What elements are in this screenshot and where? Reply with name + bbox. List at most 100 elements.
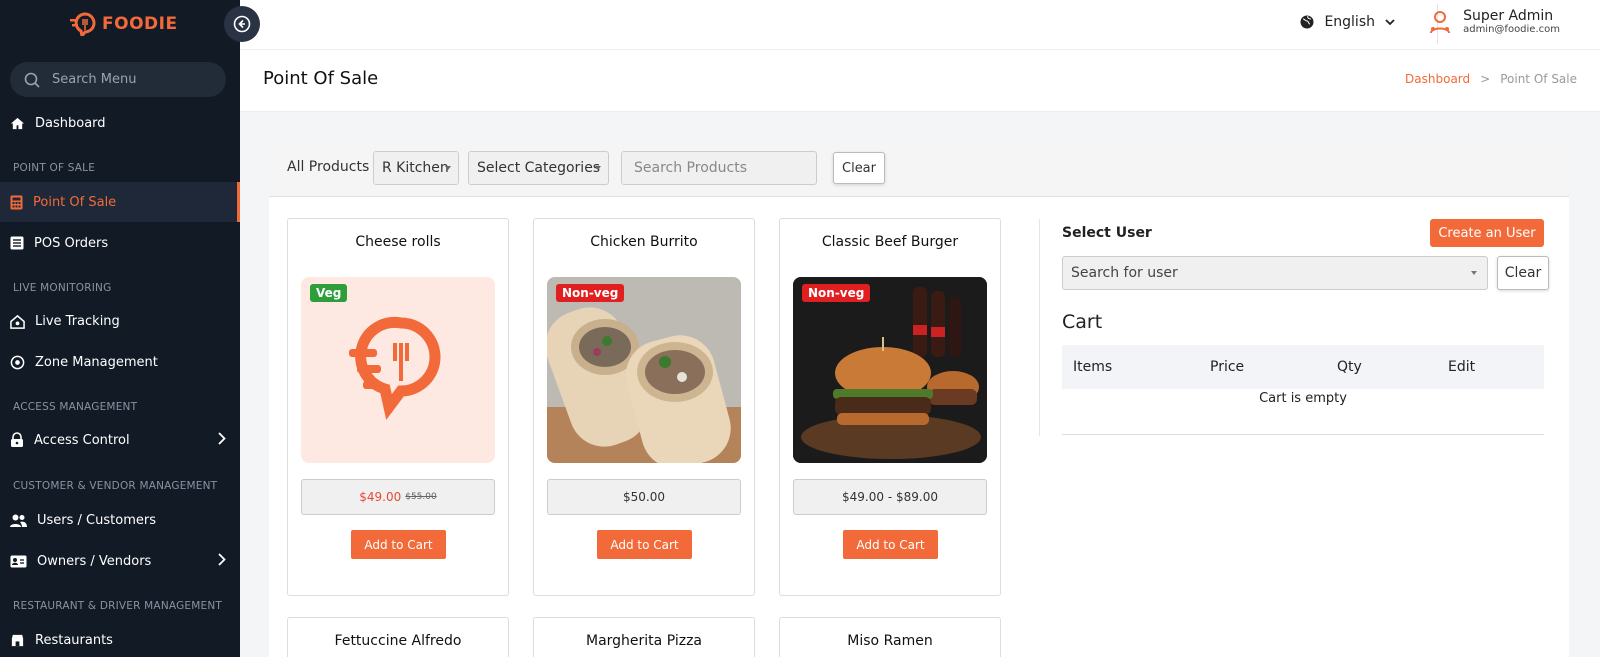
product-name: Margherita Pizza: [585, 633, 702, 649]
product-name: Classic Beef Burger: [821, 234, 959, 250]
arrow-left-circle-icon: [233, 15, 251, 33]
product-search-input[interactable]: [621, 151, 817, 185]
cart-divider: [1039, 219, 1040, 436]
non-veg-badge: Non-veg: [802, 284, 871, 302]
section-point-of-sale: POINT OF SALE: [13, 162, 96, 174]
users-icon: [10, 514, 27, 527]
product-card[interactable]: Margherita Pizza: [533, 617, 755, 657]
kitchen-select-value: R Kitchen: [382, 160, 449, 176]
sidebar: FOODIE Dashboard POINT OF SALE Point Of …: [0, 0, 240, 657]
section-customer-vendor: CUSTOMER & VENDOR MANAGEMENT: [13, 480, 218, 492]
product-card[interactable]: Cheese rolls Veg $49.00 $55.00 Add to Ca…: [287, 218, 509, 596]
column-header-price: Price: [1210, 359, 1245, 375]
language-selector[interactable]: English: [1300, 14, 1395, 30]
product-image-placeholder: Veg: [301, 277, 495, 463]
globe-icon: [1300, 15, 1314, 29]
sidebar-item-label: Zone Management: [35, 354, 158, 370]
sidebar-item-label: POS Orders: [34, 235, 109, 251]
create-user-button[interactable]: Create an User: [1430, 219, 1544, 247]
breadcrumb-dashboard-link[interactable]: Dashboard: [1405, 72, 1470, 86]
foodie-logo-icon: [70, 12, 96, 36]
clear-user-button[interactable]: Clear: [1497, 256, 1549, 290]
product-filter-bar: All Products R Kitchen Select Categories…: [269, 139, 1569, 197]
product-card[interactable]: Classic Beef Burger Non-veg $49.00 - $89…: [779, 218, 1001, 596]
id-card-icon: [10, 555, 27, 567]
product-image: Non-veg: [547, 277, 741, 463]
cart-title: Cart: [1062, 311, 1103, 333]
caret-down-icon: [445, 166, 451, 170]
column-header-edit: Edit: [1448, 359, 1476, 375]
sidebar-item-zone-management[interactable]: Zone Management: [0, 342, 240, 382]
chevron-down-icon: [1385, 18, 1395, 25]
all-products-label: All Products: [287, 159, 370, 175]
cart-empty-message: Cart is empty: [1259, 391, 1347, 406]
brand-logo[interactable]: FOODIE: [70, 12, 178, 36]
price-display: $49.00 - $89.00: [793, 479, 987, 515]
sidebar-item-owners-vendors[interactable]: Owners / Vendors: [0, 541, 240, 581]
breadcrumb: Dashboard > Point Of Sale: [1405, 72, 1577, 86]
add-to-cart-button[interactable]: Add to Cart: [597, 530, 692, 559]
store-icon: [11, 634, 24, 646]
product-card[interactable]: Fettuccine Alfredo: [287, 617, 509, 657]
section-live-monitoring: LIVE MONITORING: [13, 282, 112, 294]
sidebar-item-pos-orders[interactable]: POS Orders: [0, 223, 240, 263]
add-to-cart-button[interactable]: Add to Cart: [351, 530, 446, 559]
page-title: Point Of Sale: [263, 68, 379, 89]
sidebar-item-label: Restaurants: [35, 632, 113, 648]
sidebar-item-users-customers[interactable]: Users / Customers: [0, 500, 240, 540]
veg-badge: Veg: [310, 284, 348, 302]
sidebar-item-label: Live Tracking: [35, 313, 120, 329]
section-access-management: ACCESS MANAGEMENT: [13, 401, 138, 413]
caret-down-icon: [595, 166, 601, 170]
user-name: Super Admin: [1463, 8, 1554, 24]
non-veg-badge: Non-veg: [556, 284, 625, 302]
top-bar: English Super Admin admin@foodie.com: [240, 0, 1600, 50]
sidebar-item-label: Point Of Sale: [33, 194, 117, 210]
chevron-right-icon: [218, 553, 226, 566]
user-search-placeholder: Search for user: [1071, 265, 1178, 281]
avatar-icon: [1430, 10, 1451, 33]
user-search-select[interactable]: Search for user: [1062, 256, 1488, 290]
sidebar-search-input[interactable]: [52, 72, 202, 87]
sidebar-item-live-tracking[interactable]: Live Tracking: [0, 301, 240, 341]
clear-filters-button[interactable]: Clear: [833, 152, 885, 184]
section-restaurant-driver: RESTAURANT & DRIVER MANAGEMENT: [13, 600, 223, 612]
sidebar-search[interactable]: [10, 62, 226, 97]
sidebar-item-restaurants[interactable]: Restaurants: [0, 620, 240, 657]
breadcrumb-current: Point Of Sale: [1500, 72, 1577, 86]
sidebar-item-label: Owners / Vendors: [37, 553, 152, 569]
sidebar-item-point-of-sale[interactable]: Point Of Sale: [0, 182, 240, 222]
brand-name: FOODIE: [102, 14, 178, 34]
chevron-right-icon: [218, 432, 226, 445]
foodie-logo-icon: [349, 316, 441, 420]
user-menu[interactable]: Super Admin admin@foodie.com: [1427, 8, 1560, 35]
breadcrumb-separator: >: [1480, 72, 1491, 86]
column-header-items: Items: [1073, 359, 1113, 375]
product-name: Fettuccine Alfredo: [334, 633, 462, 649]
kitchen-select[interactable]: R Kitchen: [373, 151, 459, 185]
sidebar-item-dashboard[interactable]: Dashboard: [0, 103, 240, 143]
product-name: Chicken Burrito: [590, 234, 698, 250]
burrito-image: [547, 277, 741, 463]
category-select-value: Select Categories: [477, 160, 601, 176]
product-card[interactable]: Chicken Burrito Non-veg $50.00 Add to Ca…: [533, 218, 755, 596]
cart-table-header: Items Price Qty Edit: [1062, 345, 1544, 389]
price-range: $49.00 - $89.00: [842, 490, 938, 504]
cart-bottom-rule: [1062, 434, 1544, 435]
original-price: $55.00: [405, 492, 437, 502]
sidebar-item-label: Access Control: [34, 432, 130, 448]
calculator-icon: [10, 195, 23, 209]
category-select[interactable]: Select Categories: [468, 151, 609, 185]
language-label: English: [1324, 14, 1375, 30]
column-header-qty: Qty: [1337, 359, 1362, 375]
lock-icon: [11, 432, 23, 447]
sidebar-item-label: Dashboard: [35, 115, 106, 131]
sidebar-collapse-button[interactable]: [224, 6, 260, 42]
target-icon: [10, 355, 25, 369]
map-home-icon: [10, 314, 25, 329]
page-header: Point Of Sale Dashboard > Point Of Sale: [240, 50, 1600, 112]
add-to-cart-button[interactable]: Add to Cart: [843, 530, 938, 559]
product-card[interactable]: Miso Ramen: [779, 617, 1001, 657]
sidebar-item-access-control[interactable]: Access Control: [0, 420, 240, 460]
price-display: $49.00 $55.00: [301, 479, 495, 515]
